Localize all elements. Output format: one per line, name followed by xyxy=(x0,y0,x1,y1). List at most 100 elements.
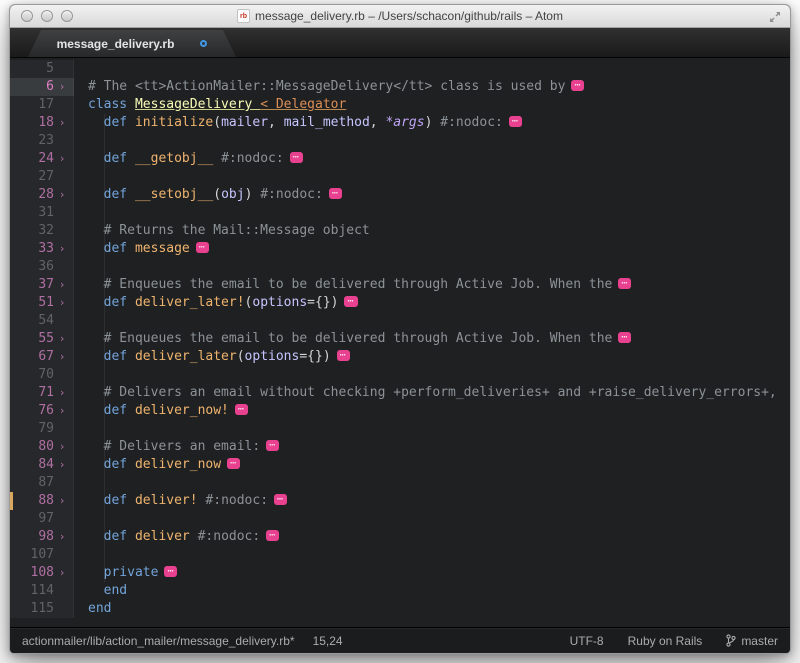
code-line[interactable]: 108› private⋯ xyxy=(10,564,790,582)
fold-ellipsis-icon[interactable]: ⋯ xyxy=(344,296,357,307)
fold-arrow-icon[interactable]: › xyxy=(54,78,70,96)
fold-arrow-icon[interactable]: › xyxy=(54,294,70,312)
code-text[interactable] xyxy=(74,204,790,222)
code-text[interactable] xyxy=(74,132,790,150)
fold-ellipsis-icon[interactable]: ⋯ xyxy=(571,80,584,91)
code-text[interactable]: class MessageDelivery < Delegator xyxy=(74,96,790,114)
cursor-position[interactable]: 15,24 xyxy=(313,634,343,648)
fullscreen-icon[interactable] xyxy=(768,10,782,24)
code-line[interactable]: 84› def deliver_now⋯ xyxy=(10,456,790,474)
code-text[interactable]: def message⋯ xyxy=(74,240,790,258)
line-number-cell[interactable]: 31 xyxy=(10,204,74,222)
code-line[interactable]: 51› def deliver_later!(options={})⋯ xyxy=(10,294,790,312)
line-number-cell[interactable]: 17 xyxy=(10,96,74,114)
code-line[interactable]: 88› def deliver! #:nodoc:⋯ xyxy=(10,492,790,510)
grammar-selector[interactable]: Ruby on Rails xyxy=(628,634,703,648)
line-number-cell[interactable]: 27 xyxy=(10,168,74,186)
git-branch[interactable]: master xyxy=(726,634,778,648)
code-line[interactable]: 80› # Delivers an email:⋯ xyxy=(10,438,790,456)
encoding-selector[interactable]: UTF-8 xyxy=(570,634,604,648)
code-line[interactable]: 98› def deliver #:nodoc:⋯ xyxy=(10,528,790,546)
fold-ellipsis-icon[interactable]: ⋯ xyxy=(337,350,350,361)
code-line[interactable]: 23 xyxy=(10,132,790,150)
line-number-cell[interactable]: 79 xyxy=(10,420,74,438)
line-number[interactable]: 80 xyxy=(10,438,54,456)
line-number[interactable]: 6 xyxy=(10,78,54,96)
code-text[interactable]: # Enqueues the email to be delivered thr… xyxy=(74,276,790,294)
line-number-cell[interactable]: 108› xyxy=(10,564,74,582)
line-number[interactable]: 17 xyxy=(10,96,54,114)
fold-arrow-icon[interactable]: › xyxy=(54,348,70,366)
line-number[interactable]: 97 xyxy=(10,510,54,528)
fold-arrow-icon[interactable]: › xyxy=(54,114,70,132)
line-number-cell[interactable]: 28› xyxy=(10,186,74,204)
code-line[interactable]: 5 xyxy=(10,60,790,78)
line-number-cell[interactable]: 24› xyxy=(10,150,74,168)
code-text[interactable] xyxy=(74,60,790,78)
line-number[interactable]: 76 xyxy=(10,402,54,420)
fold-arrow-icon[interactable]: › xyxy=(54,438,70,456)
line-number-cell[interactable]: 70 xyxy=(10,366,74,384)
code-text[interactable]: # The <tt>ActionMailer::MessageDelivery<… xyxy=(74,78,790,96)
code-text[interactable]: def deliver! #:nodoc:⋯ xyxy=(74,492,790,510)
line-number-cell[interactable]: 71› xyxy=(10,384,74,402)
fold-ellipsis-icon[interactable]: ⋯ xyxy=(618,278,631,289)
code-line[interactable]: 115end xyxy=(10,600,790,618)
line-number-cell[interactable]: 88› xyxy=(10,492,74,510)
line-number[interactable]: 24 xyxy=(10,150,54,168)
code-text[interactable] xyxy=(74,474,790,492)
fold-ellipsis-icon[interactable]: ⋯ xyxy=(266,440,279,451)
line-number-cell[interactable]: 98› xyxy=(10,528,74,546)
fold-arrow-icon[interactable]: › xyxy=(54,384,70,402)
line-number[interactable]: 5 xyxy=(10,60,54,78)
code-text[interactable]: # Enqueues the email to be delivered thr… xyxy=(74,330,790,348)
fold-arrow-icon[interactable]: › xyxy=(54,402,70,420)
line-number-cell[interactable]: 54 xyxy=(10,312,74,330)
code-text[interactable]: def deliver_now!⋯ xyxy=(74,402,790,420)
line-number-cell[interactable]: 6› xyxy=(10,78,74,96)
line-number[interactable]: 54 xyxy=(10,312,54,330)
code-line[interactable]: 17 class MessageDelivery < Delegator xyxy=(10,96,790,114)
line-number-cell[interactable]: 87 xyxy=(10,474,74,492)
code-line[interactable]: 87 xyxy=(10,474,790,492)
zoom-button[interactable] xyxy=(61,10,73,22)
code-text[interactable]: private⋯ xyxy=(74,564,790,582)
line-number-cell[interactable]: 37› xyxy=(10,276,74,294)
line-number[interactable]: 108 xyxy=(10,564,54,582)
line-number[interactable]: 70 xyxy=(10,366,54,384)
code-text[interactable] xyxy=(74,510,790,528)
line-number[interactable]: 71 xyxy=(10,384,54,402)
line-number-cell[interactable]: 51› xyxy=(10,294,74,312)
code-text[interactable]: def __getobj__ #:nodoc:⋯ xyxy=(74,150,790,168)
fold-arrow-icon[interactable]: › xyxy=(54,330,70,348)
line-number[interactable]: 55 xyxy=(10,330,54,348)
code-text[interactable] xyxy=(74,546,790,564)
line-number-cell[interactable]: 5 xyxy=(10,60,74,78)
fold-arrow-icon[interactable]: › xyxy=(54,150,70,168)
code-line[interactable]: 55› # Enqueues the email to be delivered… xyxy=(10,330,790,348)
code-line[interactable]: 31 xyxy=(10,204,790,222)
line-number[interactable]: 28 xyxy=(10,186,54,204)
minimize-button[interactable] xyxy=(41,10,53,22)
line-number-cell[interactable]: 33› xyxy=(10,240,74,258)
code-line[interactable]: 27 xyxy=(10,168,790,186)
fold-arrow-icon[interactable]: › xyxy=(54,276,70,294)
fold-ellipsis-icon[interactable]: ⋯ xyxy=(618,332,631,343)
line-number-cell[interactable]: 32 xyxy=(10,222,74,240)
code-text[interactable]: def deliver_later(options={})⋯ xyxy=(74,348,790,366)
code-line[interactable]: 97 xyxy=(10,510,790,528)
fold-arrow-icon[interactable]: › xyxy=(54,186,70,204)
code-line[interactable]: 33› def message⋯ xyxy=(10,240,790,258)
code-line[interactable]: 107 xyxy=(10,546,790,564)
line-number[interactable]: 79 xyxy=(10,420,54,438)
code-line[interactable]: 6›# The <tt>ActionMailer::MessageDeliver… xyxy=(10,78,790,96)
editor-pane[interactable]: 56›# The <tt>ActionMailer::MessageDelive… xyxy=(10,58,790,627)
fold-ellipsis-icon[interactable]: ⋯ xyxy=(266,530,279,541)
line-number[interactable]: 23 xyxy=(10,132,54,150)
fold-ellipsis-icon[interactable]: ⋯ xyxy=(274,494,287,505)
code-line[interactable]: 32 # Returns the Mail::Message object xyxy=(10,222,790,240)
title-bar[interactable]: rb message_delivery.rb – /Users/schacon/… xyxy=(10,5,790,28)
line-number-cell[interactable]: 97 xyxy=(10,510,74,528)
line-number-cell[interactable]: 23 xyxy=(10,132,74,150)
tab-message-delivery[interactable]: message_delivery.rb xyxy=(28,30,236,57)
